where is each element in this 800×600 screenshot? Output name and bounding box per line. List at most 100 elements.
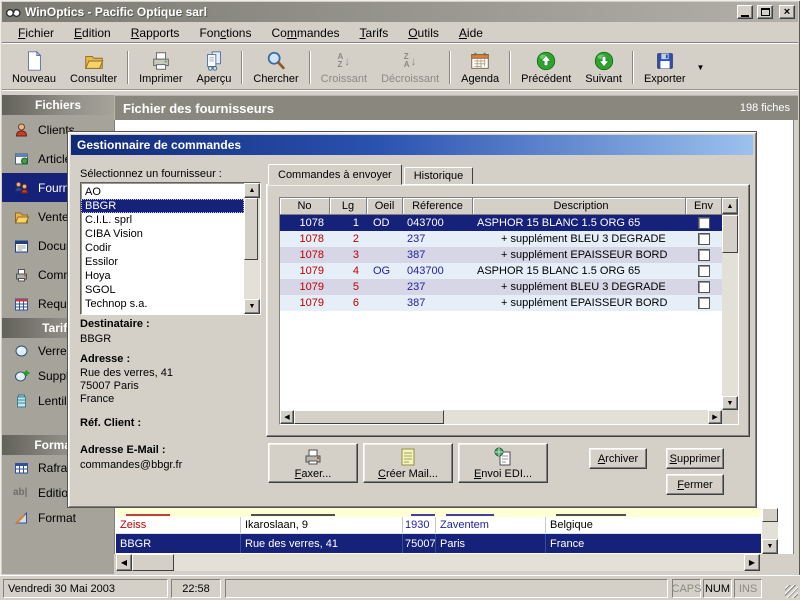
column-header-reference[interactable]: Réference xyxy=(403,198,473,215)
supplier-option[interactable]: AO xyxy=(81,185,244,199)
supplier-option[interactable]: Hoya xyxy=(81,269,244,283)
supplier-listbox[interactable]: AOBBGRC.I.L. sprlCIBA VisionCodirEssilor… xyxy=(80,182,261,315)
menu-commandes[interactable]: Commandes xyxy=(261,24,349,42)
faxer-button[interactable]: Faxer... xyxy=(268,443,358,483)
orders-hscrollbar[interactable]: ◀ ▶ xyxy=(280,410,738,424)
scroll-left-icon[interactable]: ◀ xyxy=(280,410,294,424)
supplier-option[interactable]: SGOL xyxy=(81,283,244,297)
supplier-option[interactable]: Essilor xyxy=(81,255,244,269)
env-checkbox[interactable] xyxy=(698,281,710,293)
menu-edition[interactable]: Edition xyxy=(64,24,121,42)
scrollbar-thumb[interactable] xyxy=(762,508,778,522)
suppliers-vscrollbar[interactable]: ▼ xyxy=(762,508,778,554)
scroll-down-icon[interactable]: ▼ xyxy=(244,299,260,314)
toolbar-decroissant-button[interactable]: ZA↓ Décroissant xyxy=(374,47,446,88)
close-button[interactable]: × xyxy=(779,5,795,19)
adresse-line: France xyxy=(80,393,114,405)
scroll-left-icon[interactable]: ◀ xyxy=(116,554,132,571)
rafraichir-icon xyxy=(13,460,30,476)
supplier-row[interactable]: ZeissIkaroslaan, 91930ZaventemBelgique xyxy=(116,517,761,534)
scrollbar-thumb[interactable] xyxy=(244,198,258,260)
menu-fonctions[interactable]: Fonctions xyxy=(189,24,261,42)
status-bar: Vendredi 30 Mai 2003 22:58 CAPS NUM INS xyxy=(0,575,800,600)
scroll-down-icon[interactable]: ▼ xyxy=(762,539,778,554)
status-time: 22:58 xyxy=(171,579,221,598)
partial-table-row[interactable] xyxy=(116,508,761,517)
status-num: NUM xyxy=(703,579,732,598)
scrollbar-thumb[interactable] xyxy=(132,554,174,571)
toolbar-exporter-button[interactable]: Exporter xyxy=(637,47,693,88)
status-date: Vendredi 30 Mai 2003 xyxy=(3,579,168,598)
env-checkbox[interactable] xyxy=(698,297,710,309)
order-row[interactable]: 10783387+ supplément EPAISSEUR BORD xyxy=(280,247,722,263)
supplier-option[interactable]: Codir xyxy=(81,241,244,255)
order-row[interactable]: 10781OD043700ASPHOR 15 BLANC 1.5 ORG 65 xyxy=(280,215,722,231)
order-row[interactable]: 10794OG043700ASPHOR 15 BLANC 1.5 ORG 65 xyxy=(280,263,722,279)
dialog-title-bar[interactable]: Gestionnaire de commandes xyxy=(71,135,753,155)
envoi-edi-button[interactable]: Envoi EDI... xyxy=(458,443,548,483)
title-bar[interactable]: WinOptics - Pacific Optique sarl × xyxy=(2,2,798,22)
supplier-option[interactable]: C.I.L. sprl xyxy=(81,213,244,227)
orders-vscrollbar[interactable]: ▼ xyxy=(722,215,738,410)
supprimer-button[interactable]: Supprimer xyxy=(666,448,724,469)
order-row[interactable]: 10795237+ supplément BLEU 3 DEGRADE xyxy=(280,279,722,295)
column-header-description[interactable]: Description xyxy=(473,198,686,215)
destinataire-label: Destinataire : xyxy=(80,318,150,330)
toolbar-precedent-button[interactable]: Précédent xyxy=(514,47,578,88)
toolbar-apercu-button[interactable]: Aperçu xyxy=(190,47,239,88)
scrollbar-thumb[interactable] xyxy=(722,215,738,253)
toolbar-chercher-button[interactable]: Chercher xyxy=(246,47,305,88)
supplier-scrollbar[interactable]: ▲ ▼ xyxy=(244,183,260,314)
suppliers-table-body: ZeissIkaroslaan, 91930ZaventemBelgiqueBB… xyxy=(116,517,761,553)
toolbar-consulter-button[interactable]: Consulter xyxy=(63,47,124,88)
supplier-option[interactable]: BBGR xyxy=(81,199,244,213)
scroll-right-icon[interactable]: ▶ xyxy=(744,554,760,571)
edi-globe-document-icon xyxy=(493,447,513,467)
env-checkbox[interactable] xyxy=(698,233,710,245)
column-header-env[interactable]: Env xyxy=(686,198,722,215)
print-preview-icon xyxy=(202,50,226,72)
fermer-button[interactable]: Fermer xyxy=(666,474,724,495)
env-checkbox[interactable] xyxy=(698,217,710,229)
tab-historique[interactable]: Historique xyxy=(404,167,474,185)
sort-ascending-icon: AZ↓ xyxy=(337,50,350,72)
scroll-up-icon[interactable]: ▲ xyxy=(722,198,738,214)
scroll-down-icon[interactable]: ▼ xyxy=(722,396,738,410)
creer-mail-button[interactable]: Créer Mail... xyxy=(363,443,453,483)
new-document-icon xyxy=(22,50,46,72)
env-checkbox[interactable] xyxy=(698,265,710,277)
toolbar-suivant-button[interactable]: Suivant xyxy=(578,47,629,88)
tab-commandes-a-envoyer[interactable]: Commandes à envoyer xyxy=(268,164,402,185)
supplier-option[interactable]: CIBA Vision xyxy=(81,227,244,241)
suppliers-hscrollbar[interactable]: ◀ ▶ xyxy=(116,554,760,571)
menu-aide[interactable]: Aide xyxy=(449,24,493,42)
toolbar-imprimer-button[interactable]: Imprimer xyxy=(132,47,189,88)
column-header-oeil[interactable]: Oeil xyxy=(367,198,403,215)
minimize-button[interactable] xyxy=(737,5,753,19)
toolbar-agenda-button[interactable]: Agenda xyxy=(454,47,506,88)
menu-rapports[interactable]: Rapports xyxy=(121,24,190,42)
scrollbar-thumb[interactable] xyxy=(294,410,444,424)
maximize-button[interactable] xyxy=(757,5,773,19)
open-folder-icon xyxy=(82,50,106,72)
scroll-up-icon[interactable]: ▲ xyxy=(244,183,260,198)
menu-outils[interactable]: Outils xyxy=(398,24,449,42)
column-header-no[interactable]: No xyxy=(280,198,330,215)
sidebar-item-format[interactable]: Format xyxy=(2,505,114,530)
toolbar-croissant-button[interactable]: AZ↓ Croissant xyxy=(314,47,374,88)
resize-grip[interactable] xyxy=(785,585,798,598)
scroll-right-icon[interactable]: ▶ xyxy=(708,410,722,424)
order-row[interactable]: 10782237+ supplément BLEU 3 DEGRADE xyxy=(280,231,722,247)
order-row[interactable]: 10796387+ supplément EPAISSEUR BORD xyxy=(280,295,722,311)
column-header-lg[interactable]: Lg xyxy=(330,198,367,215)
archiver-button[interactable]: Archiver xyxy=(589,448,647,469)
env-checkbox[interactable] xyxy=(698,249,710,261)
menu-bar: Fichier Edition Rapports Fonctions Comma… xyxy=(2,23,798,44)
exporter-dropdown[interactable]: ▼ xyxy=(693,47,709,88)
supplier-row[interactable]: BBGRRue des verres, 4175007ParisFrance xyxy=(116,534,761,553)
menu-tarifs[interactable]: Tarifs xyxy=(350,24,399,42)
menu-fichier[interactable]: Fichier xyxy=(8,24,64,42)
orders-manager-dialog: Gestionnaire de commandes Sélectionnez u… xyxy=(67,131,757,508)
supplier-option[interactable]: Technop s.a. xyxy=(81,297,244,311)
toolbar-nouveau-button[interactable]: Nouveau xyxy=(5,47,63,88)
